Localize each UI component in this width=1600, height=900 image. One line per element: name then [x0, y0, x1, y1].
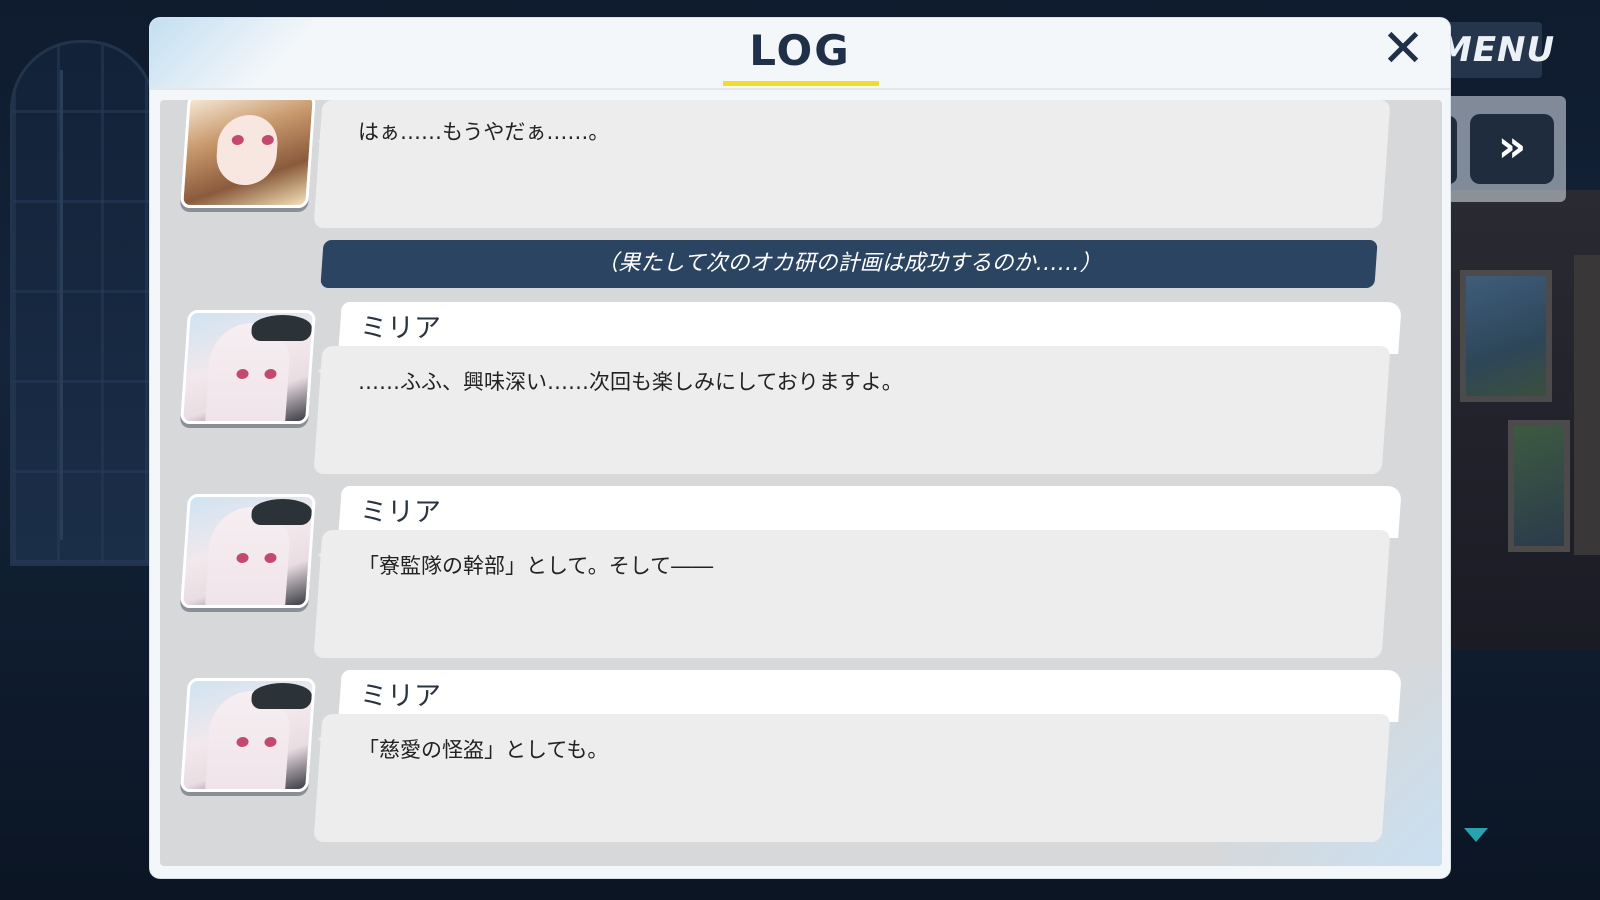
close-icon: ✕ — [1381, 19, 1425, 79]
speaker-name: ミリア — [360, 497, 441, 528]
speaker-name: ミリア — [360, 681, 441, 712]
background-painting-small — [1508, 420, 1570, 552]
dialogue-text: 「慈愛の怪盗」としても。 — [358, 738, 609, 762]
fast-forward-icon: » — [1497, 121, 1527, 172]
log-dialog: LOG ✕ はぁ……もうやだぁ……。 （果たして次のオカ研の計画は成功するのか…… — [150, 18, 1450, 878]
narration-text: （果たして次のオカ研の計画は成功するのか……） — [596, 251, 1102, 276]
chevron-down-icon[interactable] — [1464, 828, 1488, 842]
log-header: LOG ✕ — [150, 18, 1450, 90]
milia-portrait — [180, 494, 316, 608]
dialogue-text: 「寮監隊の幹部」として。そして―― — [358, 554, 714, 578]
close-button[interactable]: ✕ — [1378, 23, 1428, 76]
character-portrait — [180, 100, 316, 208]
background-painting — [1460, 270, 1552, 402]
bubble-pointer — [318, 544, 332, 566]
bubble-pointer — [318, 360, 332, 382]
dialogue-text: ……ふふ、興味深い……次回も楽しみにしておりますよ。 — [358, 370, 903, 394]
dialogue-text: はぁ……もうやだぁ……。 — [358, 120, 610, 144]
log-title: LOG — [749, 26, 851, 75]
bubble-pointer — [318, 728, 332, 750]
bubble-pointer — [318, 130, 332, 152]
background-window-frame — [60, 70, 153, 540]
background-pillar — [1574, 255, 1600, 555]
title-underline — [723, 81, 879, 86]
fast-forward-button[interactable]: » — [1470, 114, 1554, 184]
speaker-name: ミリア — [360, 313, 441, 344]
milia-portrait — [180, 310, 316, 424]
log-list[interactable]: はぁ……もうやだぁ……。 （果たして次のオカ研の計画は成功するのか……） ミリア… — [160, 100, 1442, 866]
milia-portrait — [180, 678, 316, 792]
